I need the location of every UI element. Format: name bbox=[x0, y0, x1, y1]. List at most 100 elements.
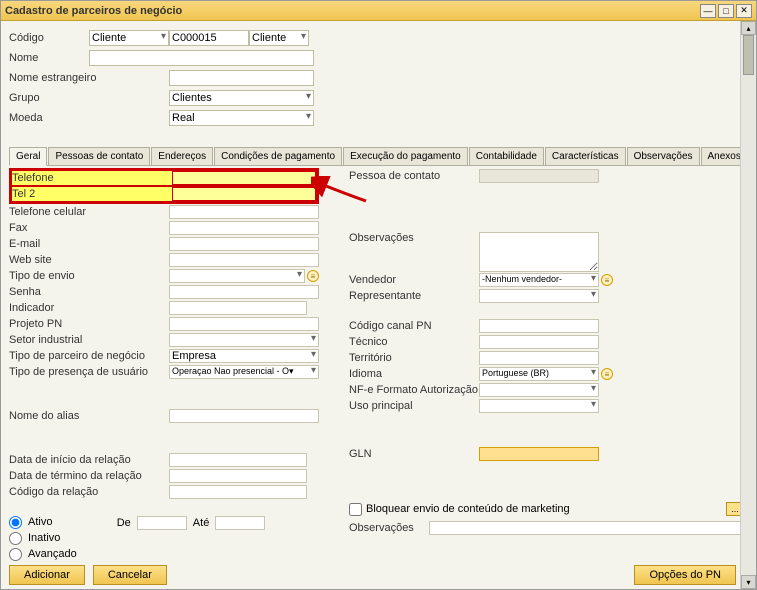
tab-strip: Geral Pessoas de contato Endereços Condi… bbox=[9, 147, 744, 166]
avancado-radio-row[interactable]: Avançado bbox=[9, 546, 77, 562]
representante-label: Representante bbox=[349, 290, 479, 302]
tipo-parceiro-combo[interactable]: Empresa bbox=[169, 349, 319, 363]
idioma-detail-icon[interactable]: ≡ bbox=[601, 368, 613, 380]
fax-input[interactable] bbox=[169, 221, 319, 235]
tecnico-label: Técnico bbox=[349, 336, 479, 348]
data-termino-input[interactable] bbox=[169, 469, 307, 483]
setor-combo[interactable] bbox=[169, 333, 319, 347]
moeda-label: Moeda bbox=[9, 112, 169, 124]
titlebar: Cadastro de parceiros de negócio ― □ ✕ bbox=[1, 1, 756, 21]
tab-enderecos[interactable]: Endereços bbox=[151, 147, 213, 165]
scroll-up-button[interactable]: ▴ bbox=[741, 21, 756, 35]
scroll-down-button[interactable]: ▾ bbox=[741, 575, 756, 589]
avancado-radio[interactable] bbox=[9, 548, 22, 561]
inativo-radio-row[interactable]: Inativo bbox=[9, 530, 77, 546]
indicador-input[interactable] bbox=[169, 301, 307, 315]
nome-input[interactable] bbox=[89, 50, 314, 66]
tab-condicoes[interactable]: Condições de pagamento bbox=[214, 147, 342, 165]
tipo-envio-detail-icon[interactable]: ≡ bbox=[307, 270, 319, 282]
cancelar-button[interactable]: Cancelar bbox=[93, 565, 167, 585]
codigo-role-combo[interactable]: Cliente bbox=[249, 30, 309, 46]
senha-input[interactable] bbox=[169, 285, 319, 299]
projeto-pn-label: Projeto PN bbox=[9, 318, 169, 330]
projeto-pn-input[interactable] bbox=[169, 317, 319, 331]
tab-content-geral: Telefone Tel 2 Telefone celular Fax E-ma… bbox=[9, 166, 744, 562]
vendedor-detail-icon[interactable]: ≡ bbox=[601, 274, 613, 286]
gln-input[interactable] bbox=[479, 447, 599, 461]
tipo-envio-combo[interactable] bbox=[169, 269, 305, 283]
tel2-input[interactable] bbox=[172, 187, 316, 201]
ativo-radio[interactable] bbox=[9, 516, 22, 529]
minimize-button[interactable]: ― bbox=[700, 4, 716, 18]
codigo-label: Código bbox=[9, 32, 89, 44]
ativo-radio-row[interactable]: Ativo bbox=[9, 514, 77, 530]
nome-label: Nome bbox=[9, 52, 89, 64]
fax-label: Fax bbox=[9, 222, 169, 234]
uso-principal-label: Uso principal bbox=[349, 400, 479, 412]
vendedor-combo[interactable]: -Nenhum vendedor- bbox=[479, 273, 599, 287]
maximize-button[interactable]: □ bbox=[718, 4, 734, 18]
bloquear-checkbox[interactable] bbox=[349, 503, 362, 516]
tab-pessoas[interactable]: Pessoas de contato bbox=[48, 147, 150, 165]
indicador-label: Indicador bbox=[9, 302, 169, 314]
observacoes2-input[interactable] bbox=[429, 521, 744, 535]
website-input[interactable] bbox=[169, 253, 319, 267]
opcoes-pn-button[interactable]: Opções do PN bbox=[634, 565, 736, 585]
codigo-canal-input[interactable] bbox=[479, 319, 599, 333]
de-input[interactable] bbox=[137, 516, 187, 530]
ate-input[interactable] bbox=[215, 516, 265, 530]
telefone-input[interactable] bbox=[172, 171, 316, 185]
uso-principal-combo[interactable] bbox=[479, 399, 599, 413]
codigo-relacao-input[interactable] bbox=[169, 485, 307, 499]
inativo-radio[interactable] bbox=[9, 532, 22, 545]
gln-label: GLN bbox=[349, 448, 479, 460]
idioma-label: Idioma bbox=[349, 368, 479, 380]
codigo-type-combo[interactable]: Cliente bbox=[89, 30, 169, 46]
tab-contabilidade[interactable]: Contabilidade bbox=[469, 147, 544, 165]
email-label: E-mail bbox=[9, 238, 169, 250]
nome-alias-input[interactable] bbox=[169, 409, 319, 423]
tel-celular-input[interactable] bbox=[169, 205, 319, 219]
setor-label: Setor industrial bbox=[9, 334, 169, 346]
tab-observacoes[interactable]: Observações bbox=[627, 147, 700, 165]
scroll-thumb[interactable] bbox=[743, 35, 754, 75]
email-input[interactable] bbox=[169, 237, 319, 251]
tab-geral[interactable]: Geral bbox=[9, 147, 47, 166]
ate-label: Até bbox=[193, 517, 210, 529]
codigo-canal-label: Código canal PN bbox=[349, 320, 479, 332]
vertical-scrollbar[interactable]: ▴ ▾ bbox=[740, 21, 756, 589]
de-label: De bbox=[117, 517, 131, 529]
codigo-relacao-label: Código da relação bbox=[9, 486, 169, 498]
observacoes-textarea[interactable] bbox=[479, 232, 599, 272]
codigo-input[interactable] bbox=[169, 30, 249, 46]
tecnico-input[interactable] bbox=[479, 335, 599, 349]
moeda-combo[interactable]: Real bbox=[169, 110, 314, 126]
main-window: Cadastro de parceiros de negócio ― □ ✕ C… bbox=[0, 0, 757, 590]
adicionar-button[interactable]: Adicionar bbox=[9, 565, 85, 585]
right-column: Pessoa de contato Observações Vendedor -… bbox=[349, 168, 744, 562]
data-inicio-input[interactable] bbox=[169, 453, 307, 467]
tipo-presenca-label: Tipo de presença de usuário bbox=[9, 366, 169, 378]
territorio-input[interactable] bbox=[479, 351, 599, 365]
idioma-combo[interactable]: Portuguese (BR) bbox=[479, 367, 599, 381]
observacoes-label: Observações bbox=[349, 232, 479, 244]
data-inicio-label: Data de início da relação bbox=[9, 454, 169, 466]
highlighted-phone-group: Telefone Tel 2 bbox=[9, 168, 319, 204]
website-label: Web site bbox=[9, 254, 169, 266]
nome-estrangeiro-input[interactable] bbox=[169, 70, 314, 86]
grupo-label: Grupo bbox=[9, 92, 169, 104]
representante-combo[interactable] bbox=[479, 289, 599, 303]
window-title: Cadastro de parceiros de negócio bbox=[5, 5, 700, 17]
nfe-formato-label: NF-e Formato Autorização bbox=[349, 384, 479, 396]
territorio-label: Território bbox=[349, 352, 479, 364]
tab-execucao[interactable]: Execução do pagamento bbox=[343, 147, 468, 165]
pessoa-contato-label: Pessoa de contato bbox=[349, 170, 479, 182]
bottom-buttons: Adicionar Cancelar bbox=[9, 565, 167, 585]
nfe-formato-combo[interactable] bbox=[479, 383, 599, 397]
tel-celular-label: Telefone celular bbox=[9, 206, 169, 218]
close-button[interactable]: ✕ bbox=[736, 4, 752, 18]
tipo-presenca-combo[interactable]: Operaçao Nao presencial - O▾ bbox=[169, 365, 319, 379]
tab-caracteristicas[interactable]: Características bbox=[545, 147, 626, 165]
grupo-combo[interactable]: Clientes bbox=[169, 90, 314, 106]
tipo-parceiro-label: Tipo de parceiro de negócio bbox=[9, 350, 169, 362]
